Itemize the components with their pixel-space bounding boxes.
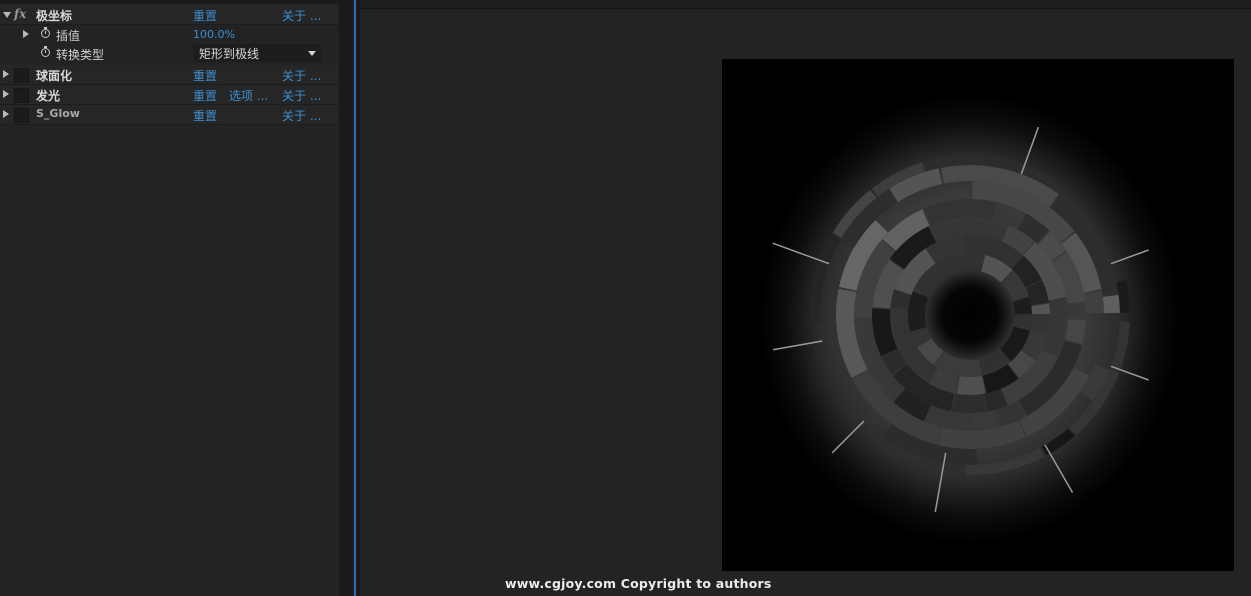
reset-link[interactable]: 重置 bbox=[193, 87, 217, 104]
conversion-type-dropdown[interactable]: 矩形到极线 bbox=[193, 44, 321, 62]
reset-link[interactable]: 重置 bbox=[193, 7, 217, 24]
effect-toggle-box[interactable] bbox=[14, 88, 29, 103]
about-link[interactable]: 关于 ... bbox=[282, 87, 321, 104]
ring-segment bbox=[1084, 290, 1104, 314]
effect-row-s-glow[interactable]: S_Glow 重置 关于 ... bbox=[0, 105, 339, 125]
stopwatch-icon[interactable] bbox=[41, 27, 50, 38]
effect-toggle-box[interactable] bbox=[14, 108, 29, 123]
viewer-tab-strip[interactable] bbox=[360, 0, 1251, 9]
options-link[interactable]: 选项 ... bbox=[229, 87, 268, 104]
about-link[interactable]: 关于 ... bbox=[282, 7, 321, 24]
effect-name: S_Glow bbox=[36, 107, 80, 120]
effect-row-glow[interactable]: 发光 重置 选项 ... 关于 ... bbox=[0, 85, 339, 105]
after-effects-workspace: fx 极坐标 重置 关于 ... 插值 100.0% 转换类型 矩形到极线 球面… bbox=[0, 0, 1251, 596]
watermark-text: www.cgjoy.com Copyright to authors bbox=[505, 576, 772, 591]
effect-name: 球面化 bbox=[36, 69, 73, 83]
effect-controls-panel: fx 极坐标 重置 关于 ... 插值 100.0% 转换类型 矩形到极线 球面… bbox=[0, 0, 339, 596]
about-link[interactable]: 关于 ... bbox=[282, 107, 321, 124]
twirl-down-icon[interactable] bbox=[3, 12, 11, 18]
ring-segment bbox=[956, 375, 986, 395]
composition-viewer: www.cgjoy.com Copyright to authors bbox=[360, 0, 1251, 596]
dark-core bbox=[925, 270, 1015, 360]
ring-segment bbox=[1102, 294, 1120, 314]
property-label: 插值 bbox=[56, 29, 81, 43]
effect-name: 发光 bbox=[36, 89, 61, 103]
twirl-right-icon[interactable] bbox=[23, 30, 29, 38]
effect-row-spherize[interactable]: 球面化 重置 关于 ... bbox=[0, 65, 339, 85]
effect-name: 极坐标 bbox=[36, 9, 73, 23]
panel-header-strip bbox=[0, 0, 339, 4]
effect-row-polar-coordinates[interactable]: fx 极坐标 重置 关于 ... bbox=[0, 5, 339, 25]
property-label: 转换类型 bbox=[56, 48, 105, 62]
twirl-right-icon[interactable] bbox=[3, 90, 9, 98]
ring-segment bbox=[1064, 319, 1086, 345]
twirl-right-icon[interactable] bbox=[3, 110, 9, 118]
panel-scrollbar[interactable] bbox=[339, 0, 353, 596]
ring-segment bbox=[971, 409, 1000, 431]
reset-link[interactable]: 重置 bbox=[193, 107, 217, 124]
dropdown-value: 矩形到极线 bbox=[199, 47, 260, 61]
reset-link[interactable]: 重置 bbox=[193, 67, 217, 84]
interpolation-value[interactable]: 100.0% bbox=[193, 28, 235, 41]
composition-canvas[interactable] bbox=[722, 59, 1234, 571]
property-row-interpolation: 插值 100.0% bbox=[0, 25, 339, 45]
ring-segment bbox=[952, 393, 986, 414]
fx-icon[interactable]: fx bbox=[14, 7, 28, 21]
polar-effect-render bbox=[722, 59, 1234, 571]
about-link[interactable]: 关于 ... bbox=[282, 67, 321, 84]
stopwatch-icon[interactable] bbox=[41, 46, 50, 57]
effect-toggle-box[interactable] bbox=[14, 68, 29, 83]
chevron-down-icon[interactable] bbox=[308, 51, 316, 56]
twirl-right-icon[interactable] bbox=[3, 70, 9, 78]
